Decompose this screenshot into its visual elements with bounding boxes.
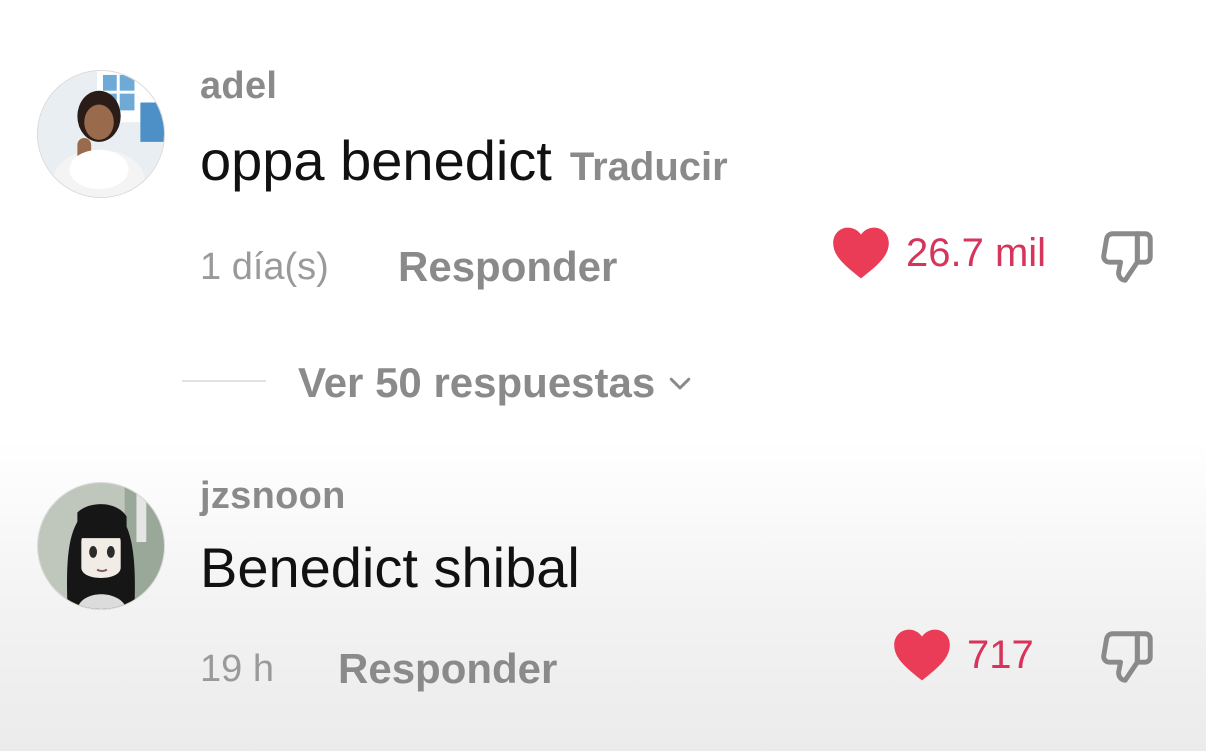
like-count: 717 bbox=[967, 633, 1034, 677]
comment-username[interactable]: adel bbox=[200, 67, 277, 105]
chevron-down-icon bbox=[670, 377, 691, 390]
like-count: 26.7 mil bbox=[906, 231, 1047, 275]
comment-body: oppa benedict Traducir bbox=[200, 133, 728, 190]
comment-text: Benedict shibal bbox=[200, 536, 580, 599]
like-button[interactable]: 717 bbox=[893, 628, 1034, 682]
comment-username[interactable]: jzsnoon bbox=[200, 477, 346, 515]
reply-button[interactable]: Responder bbox=[398, 246, 617, 288]
comment-text: oppa benedict bbox=[200, 129, 552, 192]
like-button[interactable]: 26.7 mil bbox=[832, 226, 1046, 280]
comment-timestamp: 1 día(s) bbox=[200, 246, 329, 288]
reply-button[interactable]: Responder bbox=[338, 648, 557, 690]
thumbs-down-icon bbox=[1101, 231, 1153, 283]
dislike-button[interactable] bbox=[1096, 626, 1158, 693]
comment-item: adel oppa benedict Traducir 1 día(s) Resp… bbox=[0, 0, 1206, 300]
heart-icon bbox=[894, 629, 950, 681]
avatar[interactable] bbox=[37, 70, 165, 198]
comment-item: jzsnoon Benedict shibal 19 h Responder 7… bbox=[0, 460, 1206, 751]
view-replies-label: Ver 50 respuestas bbox=[298, 359, 656, 406]
replies-divider bbox=[182, 380, 266, 382]
thumbs-down-icon bbox=[1101, 631, 1153, 683]
avatar[interactable] bbox=[37, 482, 165, 610]
view-replies-button[interactable]: Ver 50 respuestas bbox=[298, 362, 695, 404]
translate-link[interactable]: Traducir bbox=[570, 145, 728, 189]
heart-icon bbox=[833, 227, 889, 279]
dislike-button[interactable] bbox=[1096, 226, 1158, 293]
comment-timestamp: 19 h bbox=[200, 648, 274, 690]
